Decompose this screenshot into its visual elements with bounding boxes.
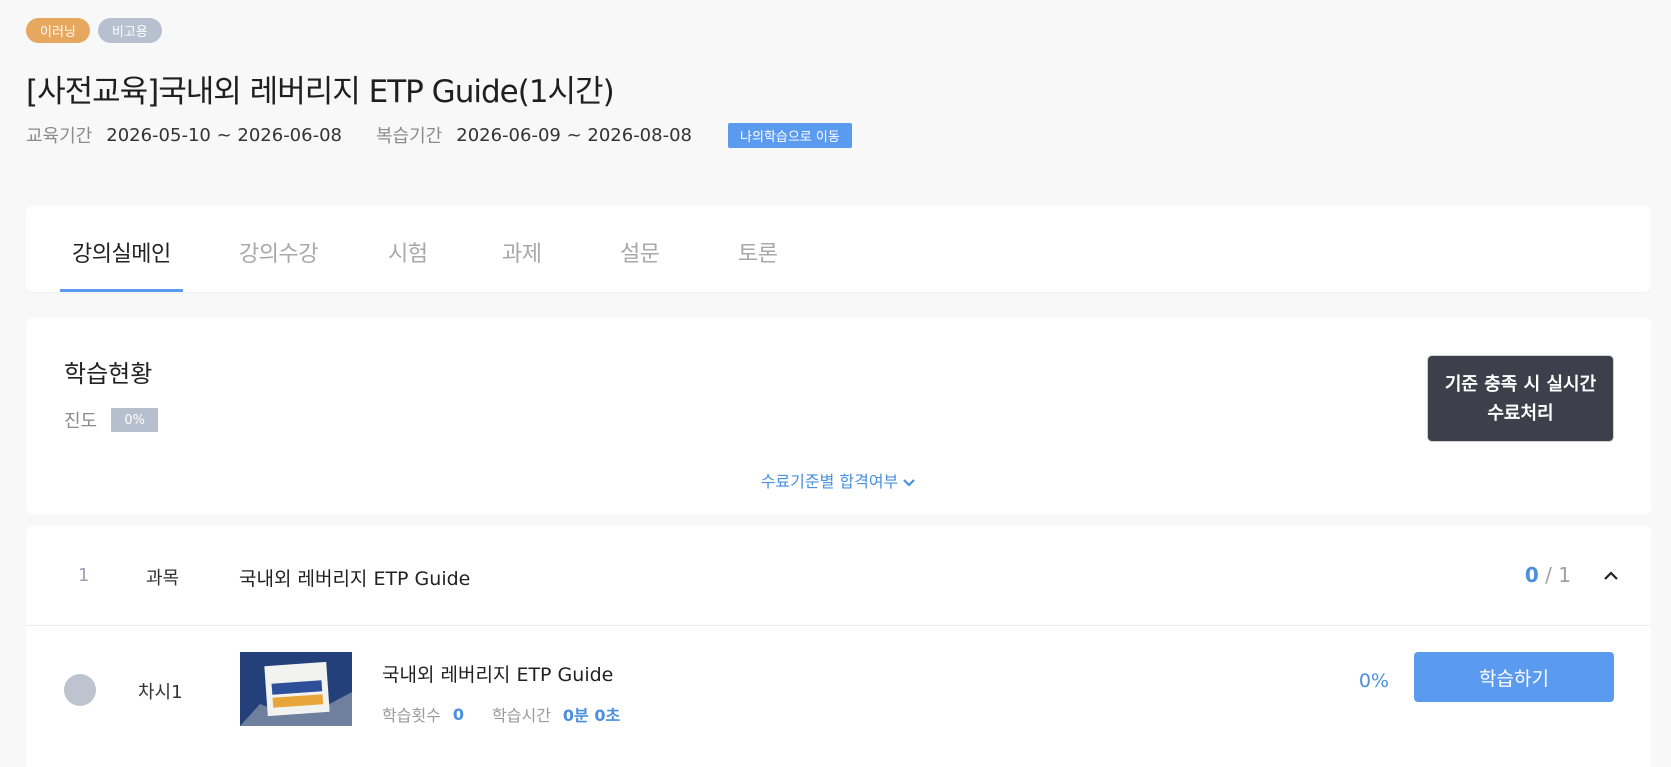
criteria-link-label: 수료기준별 합격여부 [760, 472, 899, 491]
period-info: 교육기간 2026-05-10 ~ 2026-06-08 복습기간 2026-0… [26, 122, 852, 148]
edu-period-value: 2026-05-10 ~ 2026-06-08 [106, 124, 342, 146]
elearning-badge: 이러닝 [26, 18, 90, 43]
edu-period-label: 교육기간 [26, 126, 93, 147]
chevron-down-icon [902, 473, 916, 492]
lesson-thumbnail [240, 652, 352, 726]
course-header[interactable]: 1 과목 국내외 레버리지 ETP Guide 0 / 1 [26, 526, 1651, 626]
tab-bar: 강의실메인 강의수강 시험 과제 설문 토론 [26, 206, 1651, 292]
non-employment-badge: 비고용 [97, 18, 162, 43]
badge-group: 이러닝 비고용 [26, 18, 162, 43]
course-progress-count: 0 / 1 [1525, 563, 1571, 587]
lesson-meta: 학습횟수 0 학습시간 0분 0초 [382, 702, 648, 726]
lesson-sequence: 차시1 [138, 682, 183, 703]
realtime-line-1: 기준 충족 시 실시간 [1444, 374, 1597, 395]
lesson-progress-percent: 0% [1358, 670, 1389, 692]
realtime-completion-button[interactable]: 기준 충족 시 실시간 수료처리 [1427, 355, 1614, 442]
lesson-status-icon [64, 674, 96, 706]
progress-row: 진도 0% [64, 407, 159, 433]
review-period-value: 2026-06-09 ~ 2026-08-08 [456, 124, 692, 146]
learning-status-panel: 학습현황 진도 0% 기준 충족 시 실시간 수료처리 수료기준별 합격여부 [26, 318, 1651, 514]
study-button[interactable]: 학습하기 [1414, 652, 1614, 702]
course-type: 과목 [146, 568, 180, 589]
study-count-label: 학습횟수 [382, 706, 441, 725]
chevron-up-icon[interactable] [1601, 566, 1621, 586]
go-my-learning-button[interactable]: 나의학습으로 이동 [728, 122, 852, 148]
review-period-label: 복습기간 [376, 126, 443, 147]
total-count: / 1 [1545, 563, 1571, 587]
realtime-line-2: 수료처리 [1487, 403, 1554, 424]
completed-count: 0 [1524, 563, 1539, 587]
study-time-label: 학습시간 [492, 706, 551, 725]
progress-badge: 0% [111, 408, 159, 432]
course-number: 1 [78, 565, 90, 586]
tab-survey[interactable]: 설문 [620, 236, 660, 292]
course-name: 국내외 레버리지 ETP Guide [239, 568, 471, 590]
tab-discussion[interactable]: 토론 [738, 236, 778, 292]
completion-criteria-link[interactable]: 수료기준별 합격여부 [26, 468, 1651, 492]
tab-lecture[interactable]: 강의수강 [239, 236, 318, 292]
study-time-value: 0분 0초 [562, 706, 621, 725]
study-count-value: 0 [452, 704, 465, 724]
tab-classroom-main[interactable]: 강의실메인 [60, 236, 183, 292]
tab-assignment[interactable]: 과제 [502, 236, 542, 292]
lesson-title: 국내외 레버리지 ETP Guide [382, 664, 614, 686]
course-panel: 1 과목 국내외 레버리지 ETP Guide 0 / 1 차시1 국내외 레버… [26, 526, 1651, 767]
lesson-row: 차시1 국내외 레버리지 ETP Guide 학습횟수 0 학습시간 0분 0초… [26, 626, 1651, 767]
progress-label: 진도 [64, 411, 98, 432]
status-title: 학습현황 [64, 360, 153, 388]
page-title: [사전교육]국내외 레버리지 ETP Guide(1시간) [26, 74, 615, 110]
tab-exam[interactable]: 시험 [388, 236, 428, 292]
